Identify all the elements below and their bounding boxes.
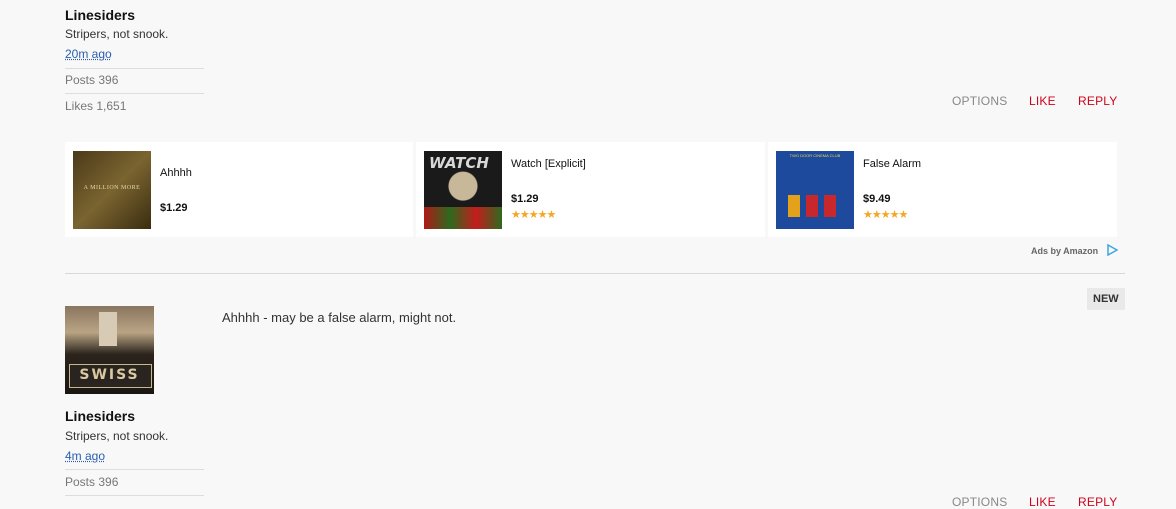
- album-cover-image: WATCH: [424, 151, 502, 229]
- ad-price: $1.29: [160, 202, 188, 214]
- new-badge: NEW: [1087, 288, 1125, 310]
- like-button[interactable]: LIKE: [1029, 94, 1056, 108]
- post2-username[interactable]: Linesiders: [65, 408, 135, 424]
- album-cover-image: TWO DOOR CINEMA CLUB: [776, 151, 854, 229]
- post-divider: [65, 273, 1125, 274]
- ad-title[interactable]: Watch [Explicit]: [511, 158, 586, 170]
- ad-card[interactable]: WATCH Watch [Explicit] $1.29 ★★★★★: [416, 142, 765, 237]
- post2-divider: [65, 469, 204, 470]
- post2-timestamp[interactable]: 4m ago: [65, 449, 105, 463]
- ad-price: $9.49: [863, 193, 891, 205]
- figure-shape: [824, 195, 836, 217]
- rating-stars-icon: ★★★★★: [863, 209, 908, 221]
- post1-divider: [65, 68, 204, 69]
- post1-tagline: Stripers, not snook.: [65, 27, 169, 41]
- reply-button[interactable]: REPLY: [1078, 94, 1117, 108]
- avatar-plate-text: SWISS: [79, 367, 140, 383]
- album-cover-text: A MILLION MORE: [83, 185, 141, 191]
- ad-title[interactable]: Ahhhh: [160, 167, 192, 179]
- post1-timestamp[interactable]: 20m ago: [65, 47, 112, 61]
- options-button[interactable]: OPTIONS: [952, 94, 1007, 108]
- ads-by-amazon-link[interactable]: Ads by Amazon: [1031, 246, 1098, 256]
- options-button[interactable]: OPTIONS: [952, 495, 1007, 509]
- post2-tagline: Stripers, not snook.: [65, 429, 169, 443]
- figure-shape: [788, 195, 800, 217]
- album-cover-flowers: [424, 207, 502, 229]
- rating-stars-icon: ★★★★★: [511, 209, 556, 221]
- ad-title[interactable]: False Alarm: [863, 158, 921, 170]
- post-body-text: Ahhhh - may be a false alarm, might not.: [222, 310, 457, 325]
- album-cover-text: TWO DOOR CINEMA CLUB: [789, 153, 841, 158]
- post1-likes-count: Likes 1,651: [65, 99, 127, 113]
- reply-button[interactable]: REPLY: [1078, 495, 1117, 509]
- ad-card[interactable]: A MILLION MORE Ahhhh $1.29: [65, 142, 413, 237]
- post1-divider: [65, 93, 204, 94]
- post2-divider: [65, 495, 204, 496]
- user-avatar[interactable]: SWISS: [65, 306, 154, 394]
- ad-price: $1.29: [511, 193, 539, 205]
- adchoices-icon[interactable]: [1106, 244, 1118, 256]
- figure-shape: [806, 195, 818, 217]
- ad-card[interactable]: TWO DOOR CINEMA CLUB False Alarm $9.49 ★…: [768, 142, 1117, 237]
- avatar-detail: [99, 312, 117, 346]
- like-button[interactable]: LIKE: [1029, 495, 1056, 509]
- post1-posts-count: Posts 396: [65, 73, 119, 87]
- album-cover-image: A MILLION MORE: [73, 151, 151, 229]
- post2-posts-count: Posts 396: [65, 475, 119, 489]
- post1-username[interactable]: Linesiders: [65, 7, 135, 23]
- album-cover-text: WATCH: [429, 154, 489, 172]
